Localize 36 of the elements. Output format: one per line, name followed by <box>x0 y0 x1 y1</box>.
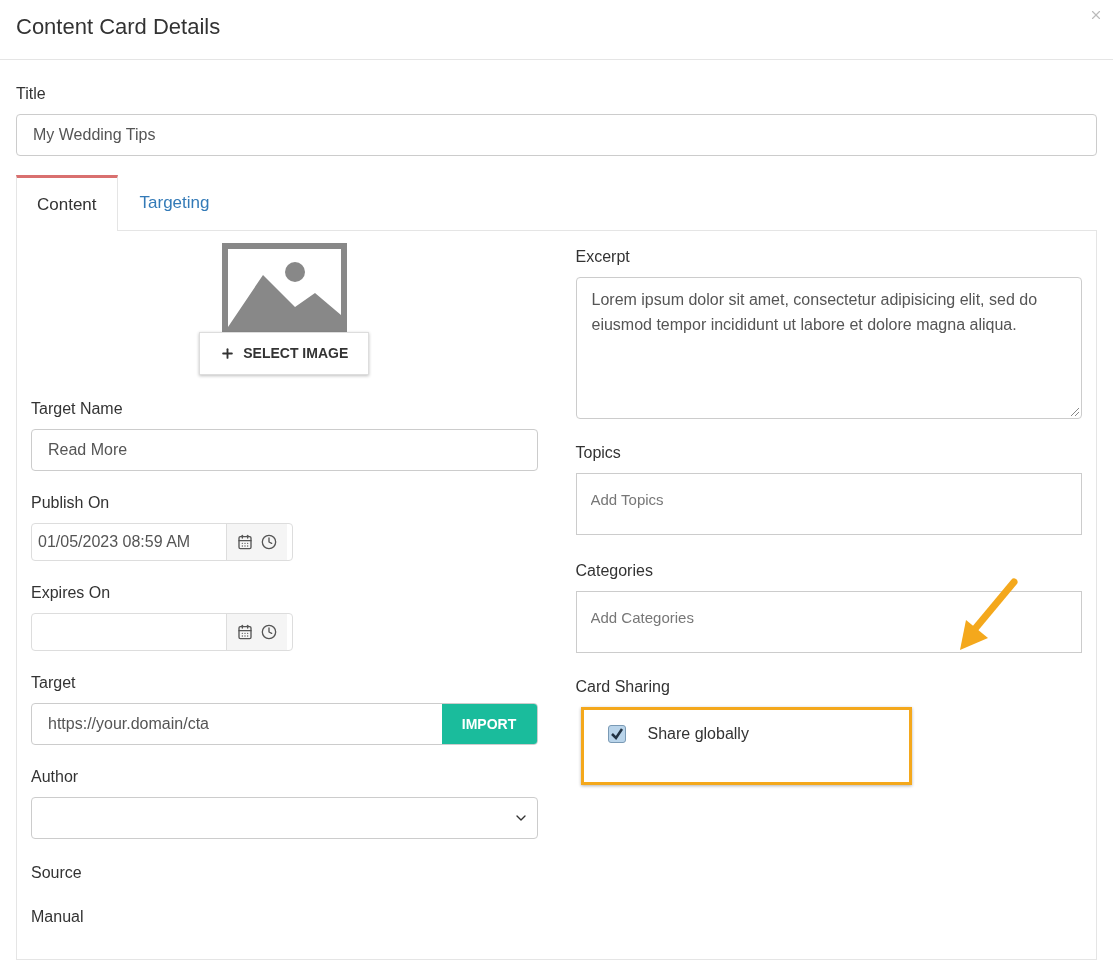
target-name-input[interactable]: Read More <box>31 429 538 471</box>
select-image-button[interactable]: SELECT IMAGE <box>199 332 370 375</box>
tab[interactable]: Content <box>16 175 118 231</box>
target-field[interactable]: https://your.domain/cta IMPORT <box>31 703 538 745</box>
plus-icon <box>220 346 236 361</box>
image-placeholder-icon <box>221 243 347 333</box>
share-checkbox[interactable] <box>607 725 626 743</box>
calendar-icon[interactable] <box>237 624 253 640</box>
field-label: Topics <box>575 443 622 463</box>
resize-handle-icon[interactable] <box>1071 408 1079 416</box>
field-label: Expires On <box>31 583 112 603</box>
clock-icon[interactable] <box>261 534 277 550</box>
date-time-field[interactable]: 01/05/2023 08:59 AM <box>31 523 293 561</box>
title-input[interactable]: My Wedding Tips <box>16 114 1097 156</box>
field-label: Card Sharing <box>575 677 671 697</box>
target-input[interactable]: https://your.domain/cta <box>32 704 442 744</box>
field-label: Categories <box>575 561 654 581</box>
field-label: Author <box>31 767 80 787</box>
topics-input[interactable]: Add Topics <box>575 473 1082 535</box>
excerpt-textarea[interactable]: Lorem ipsum dolor sit amet, consectetur adipisicing elit, sed do eiusmod tempor incididunt ut labore et dolore magna aliqua. <box>575 277 1082 419</box>
field-label: Target <box>31 673 77 693</box>
field-label: Source <box>31 863 83 883</box>
share-label: Share globally <box>647 724 749 744</box>
date-time-field[interactable] <box>31 613 293 651</box>
field-label: Publish On <box>31 493 111 513</box>
categories-input[interactable]: Add Categories <box>575 591 1082 653</box>
clock-icon[interactable] <box>261 624 277 640</box>
dialog-title: Content Card Details <box>16 13 221 41</box>
field-label: Title <box>16 84 47 104</box>
tab[interactable]: Targeting <box>117 175 232 231</box>
date-input[interactable]: 01/05/2023 08:59 AM <box>32 524 226 560</box>
excerpt-text: Lorem ipsum dolor sit amet, consectetur adipisicing elit, sed do eiusmod tempor incididunt ut labore et dolore magna aliqua. <box>591 291 1038 333</box>
field-label: Target Name <box>31 399 124 419</box>
source-value: Manual <box>31 907 85 927</box>
field-label: Excerpt <box>575 247 631 267</box>
calendar-icon[interactable] <box>237 534 253 550</box>
